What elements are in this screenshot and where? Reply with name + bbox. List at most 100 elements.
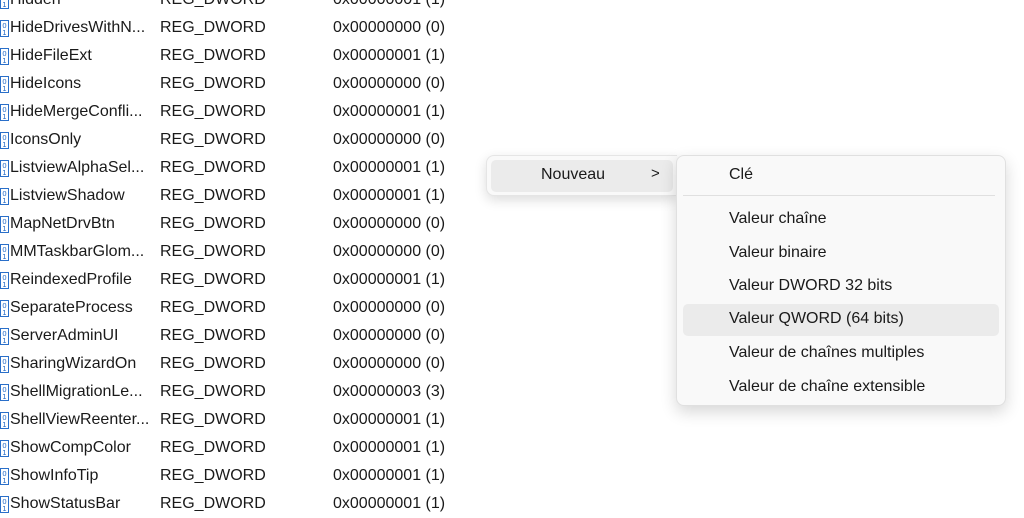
value-type: REG_DWORD — [160, 327, 266, 344]
value-name: ShowInfoTip — [10, 467, 99, 484]
binary-value-icon: 01 — [0, 272, 9, 289]
submenu-item-qword-value[interactable]: Valeur QWORD (64 bits) — [683, 304, 999, 336]
submenu-item-label: Valeur binaire — [729, 244, 827, 261]
value-type: REG_DWORD — [160, 131, 266, 148]
svg-text:1: 1 — [2, 29, 6, 37]
value-data: 0x00000000 (0) — [333, 299, 446, 316]
value-type: REG_DWORD — [160, 271, 266, 288]
value-name: ListviewAlphaSel... — [10, 159, 145, 176]
registry-row[interactable]: 01 SharingWizardOn REG_DWORD 0x00000000 … — [0, 350, 470, 378]
registry-row[interactable]: 01 ListviewAlphaSel... REG_DWORD 0x00000… — [0, 154, 470, 182]
value-type: REG_DWORD — [160, 19, 266, 36]
svg-text:1: 1 — [2, 253, 6, 261]
submenu-item-expandable-string-value[interactable]: Valeur de chaîne extensible — [683, 372, 999, 404]
menu-separator — [683, 195, 995, 196]
binary-value-icon: 01 — [0, 20, 9, 37]
value-data: 0x00000001 (1) — [333, 411, 446, 428]
svg-text:1: 1 — [2, 225, 6, 233]
submenu-item-key[interactable]: Clé — [683, 160, 999, 192]
binary-value-icon: 01 — [0, 244, 9, 261]
value-name: HideMergeConfli... — [10, 103, 143, 120]
value-data: 0x00000001 (1) — [333, 47, 446, 64]
registry-row[interactable]: 01 HideIcons REG_DWORD 0x00000000 (0) — [0, 70, 470, 98]
binary-value-icon: 01 — [0, 412, 9, 429]
value-type: REG_DWORD — [160, 187, 266, 204]
svg-text:1: 1 — [2, 393, 6, 401]
value-type: REG_DWORD — [160, 383, 266, 400]
value-name: HideIcons — [10, 75, 82, 92]
registry-row[interactable]: 01 ListviewShadow REG_DWORD 0x00000001 (… — [0, 182, 470, 210]
registry-row[interactable]: 01 MapNetDrvBtn REG_DWORD 0x00000000 (0) — [0, 210, 470, 238]
chevron-right-icon: > — [651, 165, 660, 182]
value-name: HideFileExt — [10, 47, 92, 64]
registry-row[interactable]: 01 ServerAdminUI REG_DWORD 0x00000000 (0… — [0, 322, 470, 350]
binary-value-icon: 01 — [0, 384, 9, 401]
svg-text:1: 1 — [2, 197, 6, 205]
value-type: REG_DWORD — [160, 215, 266, 232]
value-data: 0x00000001 (1) — [333, 495, 446, 512]
registry-row[interactable]: 01 ReindexedProfile REG_DWORD 0x00000001… — [0, 266, 470, 294]
registry-row[interactable]: 01 SeparateProcess REG_DWORD 0x00000000 … — [0, 294, 470, 322]
value-data: 0x00000001 (1) — [333, 271, 446, 288]
value-name: HideDrivesWithN... — [10, 19, 146, 36]
registry-row[interactable]: 01 ShowStatusBar REG_DWORD 0x00000001 (1… — [0, 490, 470, 518]
svg-text:1: 1 — [2, 1, 6, 9]
value-name: ReindexedProfile — [10, 271, 132, 288]
value-name: ShellViewReenter... — [10, 411, 150, 428]
menu-item-nouveau[interactable]: Nouveau > — [491, 160, 673, 192]
registry-row[interactable]: 01 ShowCompColor REG_DWORD 0x00000001 (1… — [0, 434, 470, 462]
binary-value-icon: 01 — [0, 188, 9, 205]
value-type: REG_DWORD — [160, 467, 266, 484]
binary-value-icon: 01 — [0, 48, 9, 65]
submenu-item-label: Valeur de chaîne extensible — [729, 378, 926, 395]
svg-text:1: 1 — [2, 113, 6, 121]
value-type: REG_DWORD — [160, 103, 266, 120]
registry-row[interactable]: 01 HideDrivesWithN... REG_DWORD 0x000000… — [0, 14, 470, 42]
svg-text:1: 1 — [2, 365, 6, 373]
registry-row[interactable]: 01 Hidden REG_DWORD 0x00000001 (1) — [0, 0, 470, 14]
value-data: 0x00000001 (1) — [333, 159, 446, 176]
value-data: 0x00000000 (0) — [333, 131, 446, 148]
registry-row[interactable]: 01 MMTaskbarGlom... REG_DWORD 0x00000000… — [0, 238, 470, 266]
value-type: REG_DWORD — [160, 243, 266, 260]
registry-row[interactable]: 01 ShowInfoTip REG_DWORD 0x00000001 (1) — [0, 462, 470, 490]
svg-text:1: 1 — [2, 337, 6, 345]
svg-text:1: 1 — [2, 141, 6, 149]
svg-text:1: 1 — [2, 281, 6, 289]
binary-value-icon: 01 — [0, 76, 9, 93]
registry-row[interactable]: 01 HideMergeConfli... REG_DWORD 0x000000… — [0, 98, 470, 126]
value-data: 0x00000001 (1) — [333, 0, 445, 14]
value-type: REG_DWORD — [160, 0, 266, 14]
binary-value-icon: 01 — [0, 216, 9, 233]
submenu-item-label: Valeur chaîne — [729, 210, 827, 227]
value-name: SharingWizardOn — [10, 355, 137, 372]
value-name: ServerAdminUI — [10, 327, 119, 344]
value-data: 0x00000001 (1) — [333, 439, 446, 456]
context-menu: Nouveau > — [486, 155, 677, 196]
value-data: 0x00000003 (3) — [333, 383, 446, 400]
value-type: REG_DWORD — [160, 47, 266, 64]
value-name: SeparateProcess — [10, 299, 133, 316]
value-type: REG_DWORD — [160, 439, 266, 456]
svg-text:1: 1 — [2, 477, 6, 485]
value-type: REG_DWORD — [160, 159, 266, 176]
value-data: 0x00000001 (1) — [333, 187, 446, 204]
submenu-item-multi-string-value[interactable]: Valeur de chaînes multiples — [683, 338, 999, 370]
registry-row[interactable]: 01 ShellViewReenter... REG_DWORD 0x00000… — [0, 406, 470, 434]
submenu-item-label: Valeur QWORD (64 bits) — [729, 310, 904, 327]
submenu-item-binary-value[interactable]: Valeur binaire — [683, 238, 999, 270]
svg-text:1: 1 — [2, 309, 6, 317]
value-name: IconsOnly — [10, 131, 82, 148]
binary-value-icon: 01 — [0, 132, 9, 149]
value-name: ShowCompColor — [10, 439, 131, 456]
binary-value-icon: 01 — [0, 468, 9, 485]
binary-value-icon: 01 — [0, 496, 9, 513]
value-type: REG_DWORD — [160, 355, 266, 372]
registry-row[interactable]: 01 ShellMigrationLe... REG_DWORD 0x00000… — [0, 378, 470, 406]
registry-row[interactable]: 01 IconsOnly REG_DWORD 0x00000000 (0) — [0, 126, 470, 154]
svg-text:1: 1 — [2, 57, 6, 65]
submenu-item-dword-value[interactable]: Valeur DWORD 32 bits — [683, 271, 999, 303]
registry-row[interactable]: 01 HideFileExt REG_DWORD 0x00000001 (1) — [0, 42, 470, 70]
binary-value-icon: 01 — [0, 300, 9, 317]
submenu-item-string-value[interactable]: Valeur chaîne — [683, 204, 999, 236]
